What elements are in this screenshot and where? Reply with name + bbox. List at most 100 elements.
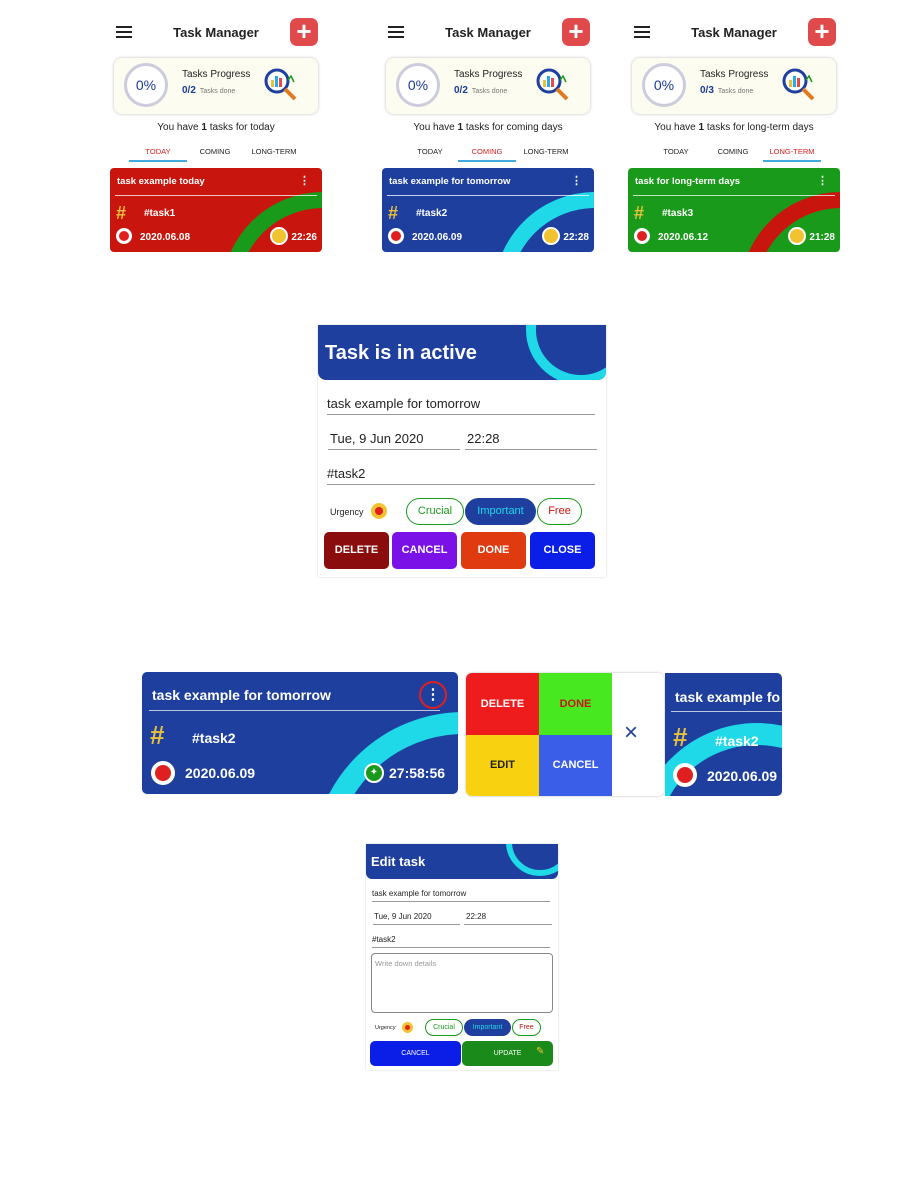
time-field[interactable]: 22:28 — [465, 431, 597, 450]
edit-header-decoration — [506, 844, 558, 876]
card-decoration — [222, 192, 322, 252]
task-card[interactable]: task example for tomorrow ⋮ # #task2 202… — [382, 168, 594, 252]
progress-title: Tasks Progress — [700, 69, 769, 80]
edit-tag-field[interactable]: #task2 — [372, 935, 550, 948]
active-task-dialog: Task is in active task example for tomor… — [318, 325, 606, 577]
card-date: 2020.06.09 — [412, 232, 463, 243]
app-header: Task Manager + — [626, 18, 842, 48]
task-name-field[interactable]: task example for tomorrow — [327, 396, 595, 415]
edit-urgency-crucial[interactable]: Crucial — [425, 1019, 463, 1036]
details-textarea[interactable]: Write down details — [371, 953, 553, 1013]
progress-ring: 0% — [124, 63, 168, 107]
add-task-icon[interactable]: + — [562, 18, 590, 46]
edit-date-field[interactable]: Tue, 9 Jun 2020 — [373, 912, 460, 925]
progress-card: 0% Tasks Progress 0/2 Tasks done — [386, 58, 590, 114]
card-divider — [633, 195, 835, 196]
urgency-icon — [371, 503, 387, 519]
tab-bar: TODAY COMING LONG-TERM — [626, 144, 842, 164]
app-header: Task Manager + — [380, 18, 596, 48]
urgency-label: Urgency — [330, 507, 364, 517]
tasks-subtitle: You have 1 tasks for coming days — [413, 122, 563, 133]
header-decoration — [526, 325, 606, 380]
edit-task-dialog: Edit task task example for tomorrow Tue,… — [366, 844, 558, 1070]
tab-today[interactable]: TODAY — [400, 147, 460, 156]
edit-task-name-field[interactable]: task example for tomorrow — [372, 889, 550, 902]
tab-coming[interactable]: COMING — [185, 147, 245, 156]
edit-urgency-icon — [402, 1022, 413, 1033]
card-divider — [149, 710, 440, 711]
menu-delete[interactable]: DELETE — [466, 673, 539, 735]
clock-icon — [270, 227, 288, 245]
edit-urgency-label: Urgency — [375, 1025, 396, 1031]
menu-done[interactable]: DONE — [539, 673, 612, 735]
progress-count: 0/2 Tasks done — [182, 85, 236, 96]
date-field[interactable]: Tue, 9 Jun 2020 — [328, 431, 460, 450]
card-title: task example for tomorrow — [389, 176, 511, 187]
card-title: task example today — [117, 176, 205, 187]
tab-long-term[interactable]: LONG-TERM — [516, 147, 576, 156]
tag-field[interactable]: #task2 — [327, 466, 595, 485]
tab-today[interactable]: TODAY — [646, 147, 706, 156]
urgency-crucial[interactable]: Crucial — [406, 498, 464, 525]
tasks-subtitle: You have 1 tasks for today — [157, 122, 275, 133]
done-button[interactable]: DONE — [461, 532, 526, 569]
more-options-icon[interactable]: ⋮ — [299, 174, 310, 187]
bell-icon — [634, 228, 650, 244]
tasks-subtitle: You have 1 tasks for long-term days — [654, 122, 814, 133]
task-card-peek[interactable]: task example fo # #task2 2020.06.09 — [665, 673, 782, 796]
hashtag-icon: # — [150, 720, 165, 750]
magnifier-chart-icon — [264, 68, 297, 101]
edit-header: Edit task — [366, 844, 558, 879]
progress-count: 0/2 Tasks done — [454, 85, 508, 96]
card-countdown: 27:58:56 — [389, 765, 446, 781]
peek-date: 2020.06.09 — [707, 768, 778, 784]
home-screen-2: Task Manager + 0% Tasks Progress 0/2 Task… — [380, 12, 596, 262]
add-task-icon[interactable]: + — [290, 18, 318, 46]
task-card[interactable]: task example today ⋮ # #task1 2020.06.08… — [110, 168, 322, 252]
card-tag: #task3 — [662, 208, 694, 219]
edit-urgency-free[interactable]: Free — [512, 1019, 541, 1036]
tab-long-term[interactable]: LONG-TERM — [762, 147, 822, 156]
delete-button[interactable]: DELETE — [324, 532, 389, 569]
progress-title: Tasks Progress — [182, 69, 251, 80]
card-decoration — [740, 192, 840, 252]
more-options-icon[interactable]: ⋮ — [571, 174, 582, 187]
hashtag-icon: # — [634, 203, 645, 223]
card-date: 2020.06.09 — [185, 765, 256, 781]
peek-bell-icon — [673, 763, 697, 787]
menu-cancel[interactable]: CANCEL — [539, 735, 612, 796]
edit-time-field[interactable]: 22:28 — [464, 912, 552, 925]
more-options-icon[interactable]: ⋮ — [419, 681, 447, 709]
urgency-important[interactable]: Important — [465, 498, 536, 525]
card-tag: #task2 — [192, 730, 236, 746]
tab-coming[interactable]: COMING — [703, 147, 763, 156]
progress-count: 0/3 Tasks done — [700, 85, 754, 96]
close-button[interactable]: CLOSE — [530, 532, 595, 569]
card-time: 21:28 — [809, 232, 835, 243]
edit-title: Edit task — [371, 854, 426, 869]
tab-long-term[interactable]: LONG-TERM — [244, 147, 304, 156]
tab-indicator — [458, 160, 516, 162]
card-decoration — [312, 712, 458, 794]
peek-tag: #task2 — [715, 733, 759, 749]
peek-divider — [671, 711, 782, 712]
more-options-icon[interactable]: ⋮ — [817, 174, 828, 187]
dialog-header: Task is in active — [318, 325, 606, 380]
tab-today[interactable]: TODAY — [128, 147, 188, 156]
add-task-icon[interactable]: + — [808, 18, 836, 46]
task-card-large[interactable]: task example for tomorrow ⋮ # #task2 202… — [142, 672, 458, 794]
task-card[interactable]: task for long-term days ⋮ # #task3 2020.… — [628, 168, 840, 252]
tab-bar: TODAY COMING LONG-TERM — [380, 144, 596, 164]
runner-icon: ✦ — [364, 763, 384, 783]
progress-ring: 0% — [642, 63, 686, 107]
edit-urgency-important[interactable]: Important — [464, 1019, 511, 1036]
urgency-free[interactable]: Free — [537, 498, 582, 525]
close-menu-icon[interactable]: × — [624, 719, 638, 747]
tab-coming[interactable]: COMING — [457, 147, 517, 156]
clock-icon — [542, 227, 560, 245]
cancel-button[interactable]: CANCEL — [392, 532, 457, 569]
menu-edit[interactable]: EDIT — [466, 735, 539, 796]
edit-cancel-button[interactable]: CANCEL — [370, 1041, 461, 1066]
home-screen-1: Task Manager + 0% Tasks Progress 0/2 Task… — [108, 12, 324, 262]
home-screen-3: Task Manager + 0% Tasks Progress 0/3 Task… — [626, 12, 842, 262]
